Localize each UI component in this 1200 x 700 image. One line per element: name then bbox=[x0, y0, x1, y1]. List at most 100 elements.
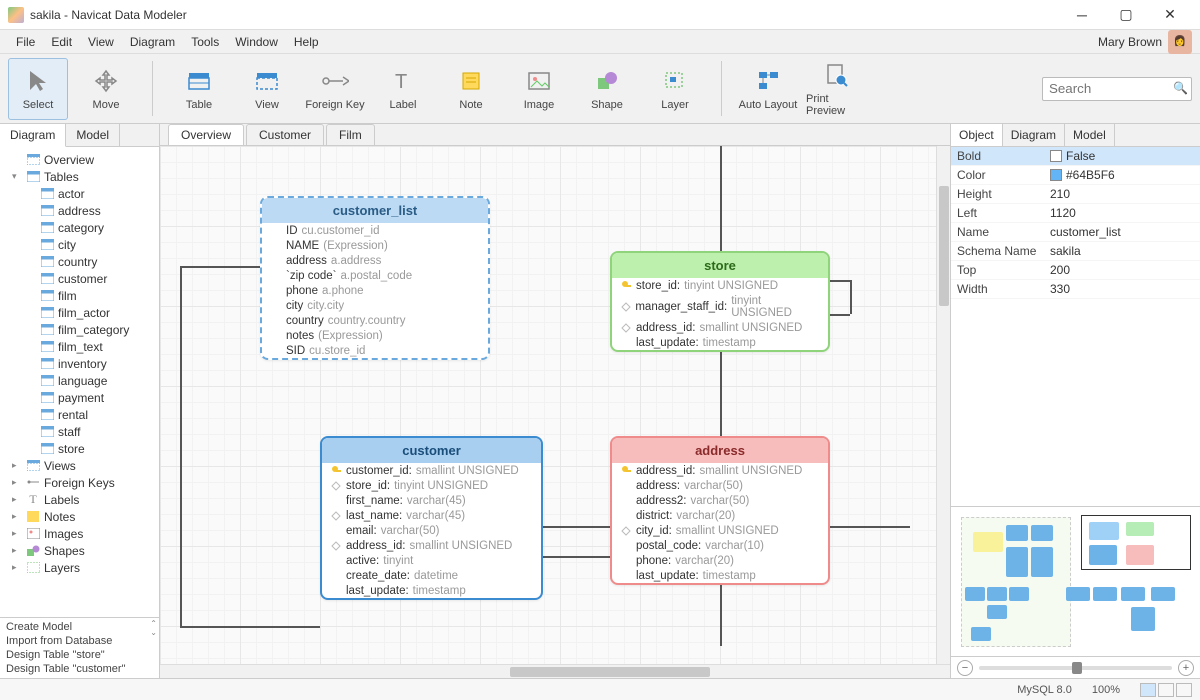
entity-field[interactable]: address2: varchar(50) bbox=[612, 493, 828, 508]
tree-section-notes[interactable]: ▸Notes bbox=[4, 508, 155, 525]
minimap[interactable] bbox=[951, 506, 1200, 656]
menu-tools[interactable]: Tools bbox=[183, 33, 227, 51]
tree-overview[interactable]: Overview bbox=[4, 151, 155, 168]
canvas-horizontal-scrollbar[interactable] bbox=[160, 664, 950, 678]
entity-field[interactable]: address_id: smallint UNSIGNED bbox=[612, 463, 828, 478]
entity-field[interactable]: NAME (Expression) bbox=[262, 238, 488, 253]
tree-table-rental[interactable]: rental bbox=[4, 406, 155, 423]
entity-field[interactable]: last_update: timestamp bbox=[612, 568, 828, 583]
tree-table-city[interactable]: city bbox=[4, 236, 155, 253]
entity-field[interactable]: city_id: smallint UNSIGNED bbox=[612, 523, 828, 538]
ribbon-move-button[interactable]: Move bbox=[76, 58, 136, 120]
diagram-canvas[interactable]: customer_list ID cu.customer_idNAME (Exp… bbox=[160, 146, 950, 678]
view-mode-2-button[interactable] bbox=[1158, 683, 1174, 697]
prop-top[interactable]: Top200 bbox=[951, 261, 1200, 280]
entity-field[interactable]: city city.city bbox=[262, 298, 488, 313]
view-mode-3-button[interactable] bbox=[1176, 683, 1192, 697]
view-mode-1-button[interactable] bbox=[1140, 683, 1156, 697]
zoom-slider[interactable] bbox=[979, 666, 1172, 670]
tab-diagram[interactable]: Diagram bbox=[0, 124, 66, 147]
ribbon-image-button[interactable]: Image bbox=[509, 58, 569, 120]
tree-table-country[interactable]: country bbox=[4, 253, 155, 270]
menu-window[interactable]: Window bbox=[227, 33, 286, 51]
canvas-tab-overview[interactable]: Overview bbox=[168, 124, 244, 145]
entity-customer[interactable]: customer customer_id: smallint UNSIGNEDs… bbox=[320, 436, 543, 600]
ribbon-fk-button[interactable]: Foreign Key bbox=[305, 58, 365, 120]
tree-section-foreign-keys[interactable]: ▸Foreign Keys bbox=[4, 474, 155, 491]
model-tree[interactable]: Overview▾Tablesactoraddresscategorycityc… bbox=[0, 147, 159, 617]
tree-table-store[interactable]: store bbox=[4, 440, 155, 457]
canvas-tab-customer[interactable]: Customer bbox=[246, 124, 324, 145]
zoom-out-button[interactable]: − bbox=[957, 660, 973, 676]
menu-file[interactable]: File bbox=[8, 33, 43, 51]
window-close-button[interactable]: ✕ bbox=[1148, 1, 1192, 29]
ribbon-table-button[interactable]: Table bbox=[169, 58, 229, 120]
tree-table-address[interactable]: address bbox=[4, 202, 155, 219]
tree-table-payment[interactable]: payment bbox=[4, 389, 155, 406]
entity-field[interactable]: last_update: timestamp bbox=[612, 335, 828, 350]
prop-name[interactable]: Namecustomer_list bbox=[951, 223, 1200, 242]
entity-field[interactable]: first_name: varchar(45) bbox=[322, 493, 541, 508]
tree-table-actor[interactable]: actor bbox=[4, 185, 155, 202]
tree-table-customer[interactable]: customer bbox=[4, 270, 155, 287]
entity-field[interactable]: store_id: tinyint UNSIGNED bbox=[322, 478, 541, 493]
entity-field[interactable]: district: varchar(20) bbox=[612, 508, 828, 523]
entity-field[interactable]: email: varchar(50) bbox=[322, 523, 541, 538]
prop-left[interactable]: Left1120 bbox=[951, 204, 1200, 223]
entity-field[interactable]: notes (Expression) bbox=[262, 328, 488, 343]
canvas-tab-film[interactable]: Film bbox=[326, 124, 375, 145]
tree-table-film[interactable]: film bbox=[4, 287, 155, 304]
tree-tables[interactable]: ▾Tables bbox=[4, 168, 155, 185]
menu-edit[interactable]: Edit bbox=[43, 33, 80, 51]
entity-field[interactable]: postal_code: varchar(10) bbox=[612, 538, 828, 553]
window-minimize-button[interactable]: ─ bbox=[1060, 1, 1104, 29]
recent-item[interactable]: Import from Database bbox=[6, 634, 153, 648]
entity-field[interactable]: address_id: smallint UNSIGNED bbox=[322, 538, 541, 553]
tab-model-right[interactable]: Model bbox=[1065, 124, 1115, 146]
ribbon-view-button[interactable]: View bbox=[237, 58, 297, 120]
prop-width[interactable]: Width330 bbox=[951, 280, 1200, 299]
entity-field[interactable]: address_id: smallint UNSIGNED bbox=[612, 320, 828, 335]
ribbon-select-button[interactable]: Select bbox=[8, 58, 68, 120]
tab-diagram-right[interactable]: Diagram bbox=[1003, 124, 1065, 146]
entity-field[interactable]: customer_id: smallint UNSIGNED bbox=[322, 463, 541, 478]
entity-field[interactable]: last_update: timestamp bbox=[322, 583, 541, 598]
tab-model[interactable]: Model bbox=[66, 124, 120, 146]
entity-field[interactable]: address a.address bbox=[262, 253, 488, 268]
recent-item[interactable]: Design Table "store" bbox=[6, 648, 153, 662]
prop-height[interactable]: Height210 bbox=[951, 185, 1200, 204]
tree-table-film_actor[interactable]: film_actor bbox=[4, 304, 155, 321]
entity-store[interactable]: store store_id: tinyint UNSIGNEDmanager_… bbox=[610, 251, 830, 352]
menu-diagram[interactable]: Diagram bbox=[122, 33, 183, 51]
canvas-vertical-scrollbar[interactable] bbox=[936, 146, 950, 664]
tab-object[interactable]: Object bbox=[951, 124, 1003, 146]
menu-help[interactable]: Help bbox=[286, 33, 327, 51]
entity-field[interactable]: `zip code` a.postal_code bbox=[262, 268, 488, 283]
ribbon-note-button[interactable]: Note bbox=[441, 58, 501, 120]
ribbon-autolayout-button[interactable]: Auto Layout bbox=[738, 58, 798, 120]
entity-field[interactable]: store_id: tinyint UNSIGNED bbox=[612, 278, 828, 293]
property-grid[interactable]: Bold FalseColor #64B5F6Height210Left1120… bbox=[951, 147, 1200, 299]
tree-table-staff[interactable]: staff bbox=[4, 423, 155, 440]
entity-address[interactable]: address address_id: smallint UNSIGNEDadd… bbox=[610, 436, 830, 585]
tree-section-views[interactable]: ▸Views bbox=[4, 457, 155, 474]
tree-table-inventory[interactable]: inventory bbox=[4, 355, 155, 372]
entity-field[interactable]: ID cu.customer_id bbox=[262, 223, 488, 238]
tree-section-images[interactable]: ▸Images bbox=[4, 525, 155, 542]
entity-field[interactable]: phone: varchar(20) bbox=[612, 553, 828, 568]
tree-table-film_category[interactable]: film_category bbox=[4, 321, 155, 338]
entity-field[interactable]: country country.country bbox=[262, 313, 488, 328]
prop-bold[interactable]: Bold False bbox=[951, 147, 1200, 166]
prop-schema-name[interactable]: Schema Namesakila bbox=[951, 242, 1200, 261]
recent-scroll-up[interactable]: ⌃ bbox=[150, 620, 157, 628]
entity-field[interactable]: create_date: datetime bbox=[322, 568, 541, 583]
tree-table-language[interactable]: language bbox=[4, 372, 155, 389]
entity-field[interactable]: active: tinyint bbox=[322, 553, 541, 568]
recent-item[interactable]: Design Table "customer" bbox=[6, 662, 153, 676]
prop-color[interactable]: Color #64B5F6 bbox=[951, 166, 1200, 185]
tree-section-labels[interactable]: ▸TLabels bbox=[4, 491, 155, 508]
ribbon-shape-button[interactable]: Shape bbox=[577, 58, 637, 120]
tree-section-shapes[interactable]: ▸Shapes bbox=[4, 542, 155, 559]
ribbon-layer-button[interactable]: Layer bbox=[645, 58, 705, 120]
tree-section-layers[interactable]: ▸Layers bbox=[4, 559, 155, 576]
